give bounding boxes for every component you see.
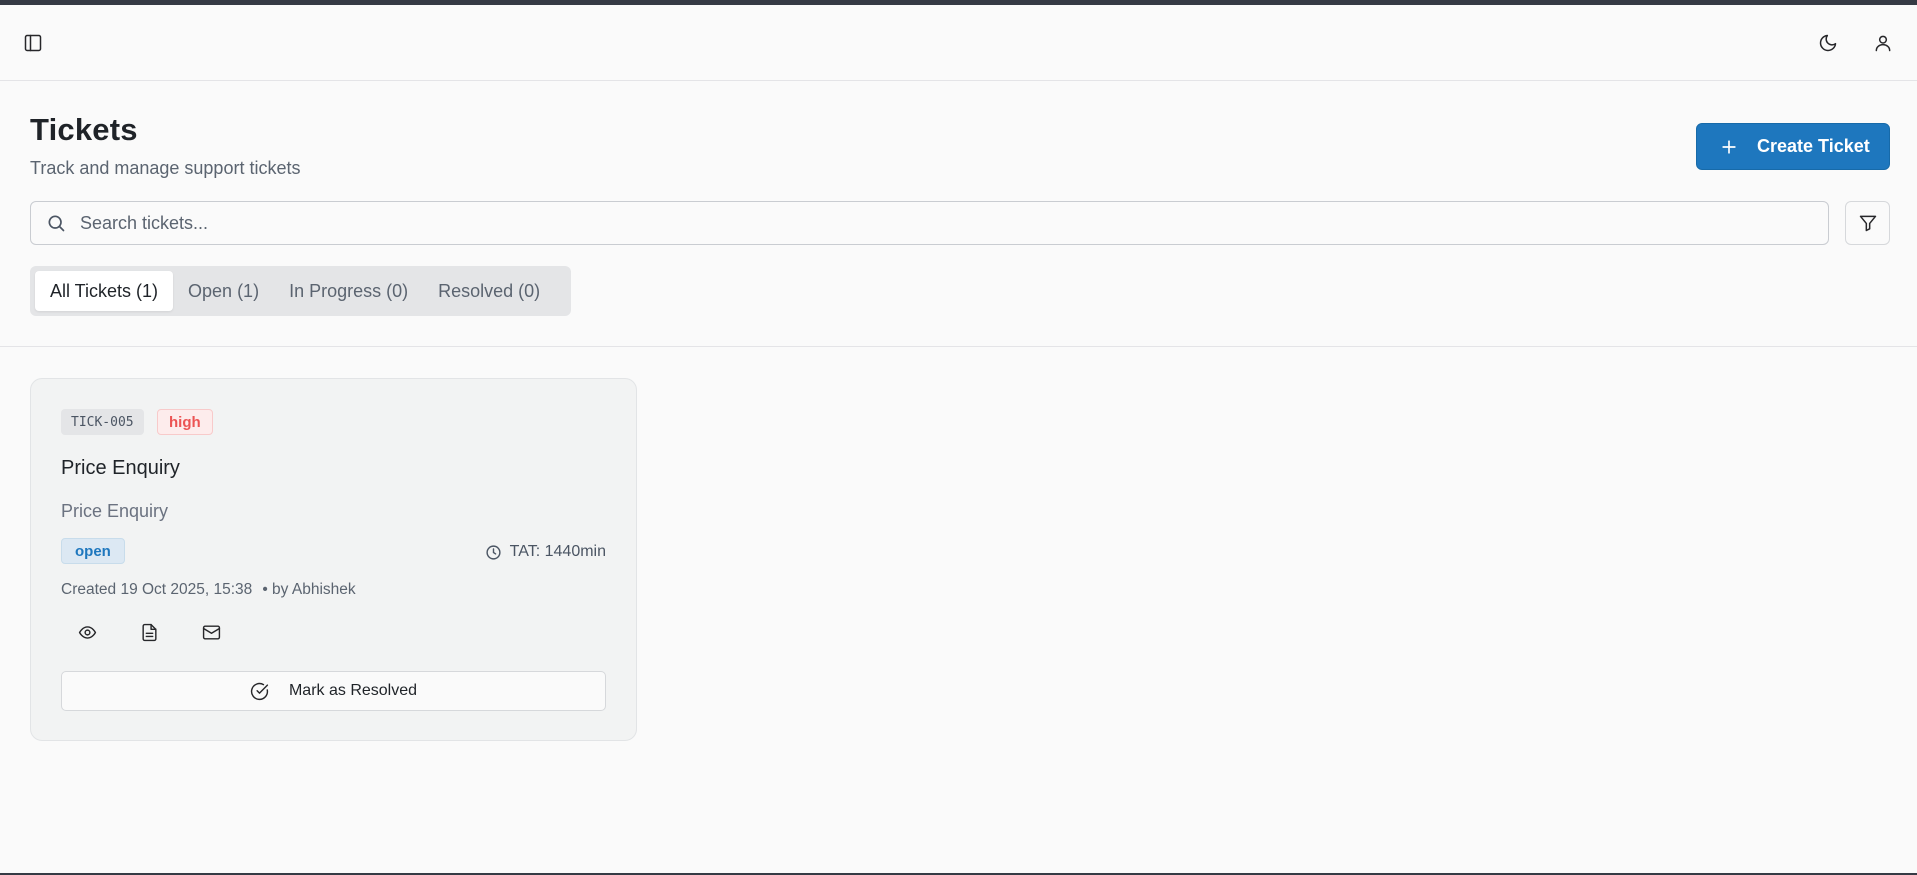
tab-in-progress[interactable]: In Progress (0) xyxy=(274,271,423,311)
ticket-meta: Created 19 Oct 2025, 15:38 • by Abhishek xyxy=(61,581,356,599)
moon-icon xyxy=(1819,34,1837,52)
clock-icon xyxy=(486,544,501,560)
status-badge: open xyxy=(61,538,125,564)
plus-icon xyxy=(1722,139,1736,154)
tab-open[interactable]: Open (1) xyxy=(173,271,274,311)
status-tabs: All Tickets (1) Open (1) In Progress (0)… xyxy=(30,266,571,316)
email-ticket-button[interactable] xyxy=(190,611,232,653)
search-bar xyxy=(30,201,1829,245)
tat-label: TAT: 1440min xyxy=(509,543,606,560)
page-title: Tickets xyxy=(30,112,138,147)
ticket-description: Price Enquiry xyxy=(61,501,169,521)
ticket-title: Price Enquiry xyxy=(61,457,180,479)
user-icon xyxy=(1875,35,1891,52)
ticket-card: TICK-005 high Price Enquiry Price Enquir… xyxy=(30,378,637,741)
create-ticket-label: Create Ticket xyxy=(1757,136,1870,156)
file-text-icon xyxy=(141,623,157,641)
theme-toggle-button[interactable] xyxy=(1808,23,1848,63)
panel-left-icon xyxy=(24,34,42,52)
app-header xyxy=(0,5,1917,81)
view-ticket-button[interactable] xyxy=(66,611,108,653)
ticket-details-button[interactable] xyxy=(128,611,170,653)
filter-button[interactable] xyxy=(1845,201,1890,245)
sidebar-toggle-button[interactable] xyxy=(13,23,53,63)
created-date: Created 19 Oct 2025, 15:38 xyxy=(61,581,253,598)
eye-icon xyxy=(78,625,96,639)
tat-info: TAT: 1440min xyxy=(485,539,606,565)
create-ticket-button[interactable]: Create Ticket xyxy=(1696,123,1890,170)
ticket-author: • by Abhishek xyxy=(262,581,356,598)
section-divider xyxy=(0,346,1917,347)
mark-as-resolved-button[interactable]: Mark as Resolved xyxy=(61,671,606,711)
mark-as-resolved-label: Mark as Resolved xyxy=(288,682,418,699)
ticket-id-badge: TICK-005 xyxy=(61,409,144,435)
priority-badge: high xyxy=(157,409,213,435)
page-subtitle: Track and manage support tickets xyxy=(30,158,301,178)
user-menu-button[interactable] xyxy=(1863,23,1903,63)
search-icon xyxy=(48,215,65,232)
check-circle-icon xyxy=(250,682,269,700)
search-input[interactable] xyxy=(78,211,1782,235)
mail-icon xyxy=(202,624,220,640)
tab-resolved[interactable]: Resolved (0) xyxy=(423,271,555,311)
tab-all-tickets[interactable]: All Tickets (1) xyxy=(35,271,174,311)
filter-icon xyxy=(1859,215,1876,232)
